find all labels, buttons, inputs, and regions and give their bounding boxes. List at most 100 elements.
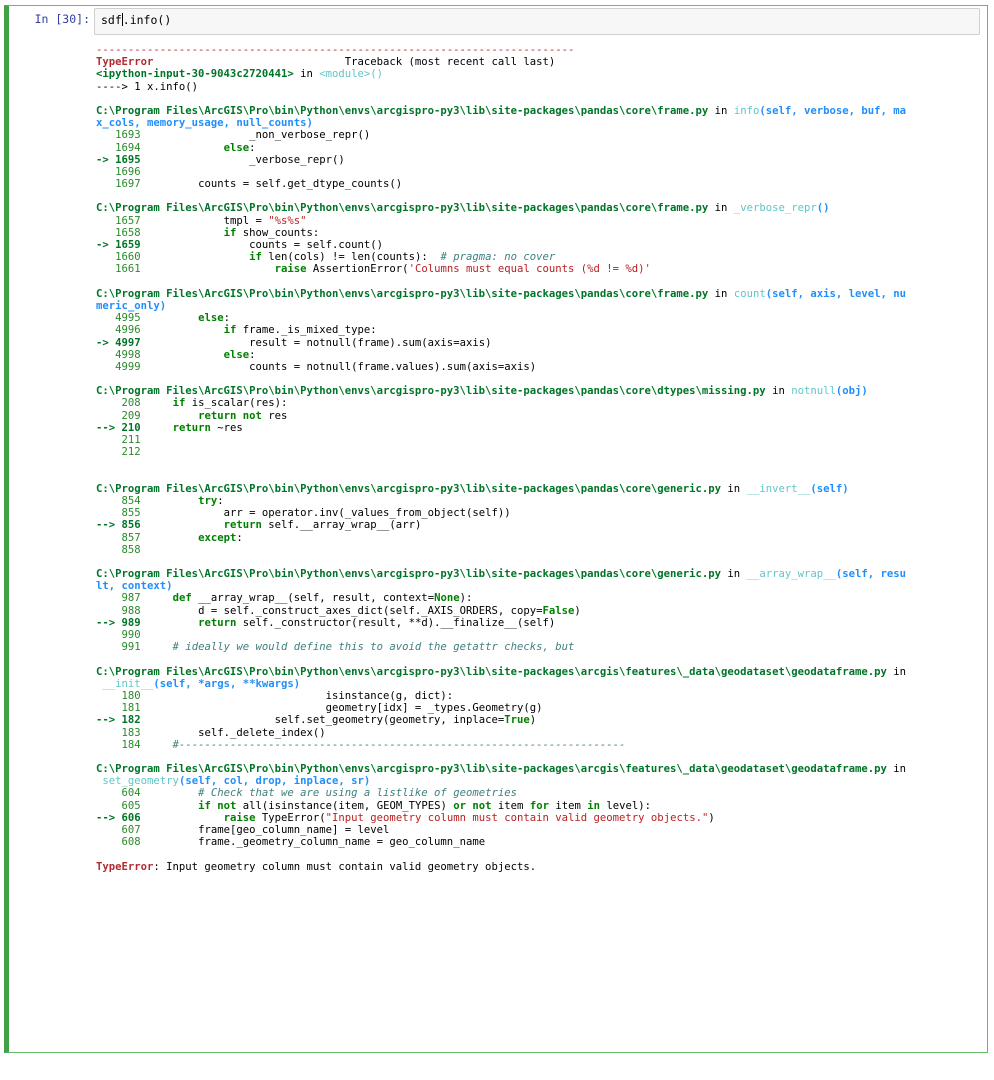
code-text: arr = operator.inv(_values_from_object(s… bbox=[147, 507, 511, 520]
line-number: -> 4997 bbox=[96, 336, 141, 349]
code-line: 4999 counts = notnull(frame.values).sum(… bbox=[96, 361, 976, 373]
frame-signature: (self, verbose, buf, ma bbox=[759, 104, 907, 117]
code-input[interactable]: sdf.info() bbox=[94, 8, 980, 35]
code-line: 1696 bbox=[96, 166, 976, 178]
frame-function: count bbox=[733, 287, 766, 300]
frame-signature: (self, resu bbox=[835, 568, 907, 581]
line-number: 4996 bbox=[96, 324, 141, 337]
code-text: if len(cols) != len(counts): # pragma: n… bbox=[249, 251, 556, 264]
line-number: 209 bbox=[96, 409, 141, 422]
line-number: 208 bbox=[96, 397, 141, 410]
code-text: result = notnull(frame).sum(axis=axis) bbox=[147, 336, 492, 349]
line-number: 181 bbox=[96, 702, 141, 715]
line-number: 608 bbox=[96, 836, 141, 849]
code-text: except: bbox=[198, 531, 243, 544]
frame-function: set_geometry bbox=[102, 775, 179, 788]
frame-signature: () bbox=[816, 202, 830, 215]
code-text: else: bbox=[223, 141, 256, 154]
code-text: if is_scalar(res): bbox=[172, 397, 288, 410]
in-word: in bbox=[721, 568, 747, 581]
frame-path-line: C:\Program Files\ArcGIS\Pro\bin\Python\e… bbox=[96, 202, 976, 214]
code-text: raise AssertionError('Columns must equal… bbox=[274, 263, 651, 276]
frame-function: __invert__ bbox=[746, 482, 811, 495]
final-error-type: TypeError bbox=[96, 860, 154, 873]
frame-file-path: C:\Program Files\ArcGIS\Pro\bin\Python\e… bbox=[96, 665, 887, 678]
line-number: 1697 bbox=[96, 178, 141, 191]
line-number: 855 bbox=[96, 507, 141, 520]
code-line: 1661 raise AssertionError('Columns must … bbox=[96, 263, 976, 275]
frame-file-path: C:\Program Files\ArcGIS\Pro\bin\Python\e… bbox=[96, 763, 887, 776]
frame-gap bbox=[96, 276, 976, 288]
current-code-line: --> 210 return ~res bbox=[96, 422, 976, 434]
line-number: 991 bbox=[96, 641, 141, 654]
line-number: 858 bbox=[96, 543, 141, 556]
code-line: 855 arr = operator.inv(_values_from_obje… bbox=[96, 507, 976, 519]
frame-signature-cont: (self, col, drop, inplace, sr) bbox=[178, 775, 371, 788]
frame-path-line: C:\Program Files\ArcGIS\Pro\bin\Python\e… bbox=[96, 385, 976, 397]
code-text: self.set_geometry(geometry, inplace=True… bbox=[147, 714, 537, 727]
ipython-input-ref: <ipython-input-30-9043c2720441> bbox=[96, 68, 294, 81]
code-line: 180 isinstance(g, dict): bbox=[96, 690, 976, 702]
frame-gap bbox=[96, 93, 976, 105]
code-text: self._delete_index() bbox=[147, 726, 326, 739]
line-number: 1661 bbox=[96, 263, 141, 276]
input-text-after: .info() bbox=[122, 13, 172, 27]
line-number: 4999 bbox=[96, 360, 141, 373]
code-text: frame._geometry_column_name = geo_column… bbox=[147, 836, 486, 849]
frame-gap bbox=[96, 458, 976, 470]
line-number: 180 bbox=[96, 689, 141, 702]
in-word: in bbox=[708, 287, 734, 300]
line-number: 857 bbox=[96, 531, 141, 544]
frame-signature-wrap: meric_only) bbox=[96, 300, 976, 312]
frame-gap bbox=[96, 653, 976, 665]
code-text: return self.__array_wrap__(arr) bbox=[223, 519, 422, 532]
frame-file-path: C:\Program Files\ArcGIS\Pro\bin\Python\e… bbox=[96, 287, 709, 300]
line-number: 607 bbox=[96, 824, 141, 836]
frame-file-path: C:\Program Files\ArcGIS\Pro\bin\Python\e… bbox=[96, 202, 709, 215]
code-text: counts = self.count() bbox=[147, 239, 384, 251]
error-type: TypeError bbox=[96, 56, 154, 69]
frame-signature-wrap: set_geometry(self, col, drop, inplace, s… bbox=[96, 775, 976, 787]
code-line: 1658 if show_counts: bbox=[96, 227, 976, 239]
module-ref: <module>() bbox=[319, 68, 384, 81]
line-number: 212 bbox=[96, 446, 141, 459]
frame-gap bbox=[96, 190, 976, 202]
code-line: 991 # ideally we would define this to av… bbox=[96, 641, 976, 653]
frame-gap bbox=[96, 373, 976, 385]
code-text: return self._constructor(result, **d).__… bbox=[198, 616, 556, 629]
first-arrow-line: ----> 1 x.info() bbox=[96, 80, 199, 93]
input-text-before: sdf bbox=[101, 13, 122, 27]
code-line: 1657 tmpl = "%s%s" bbox=[96, 215, 976, 227]
in-word: in bbox=[721, 482, 747, 495]
code-text: # ideally we would define this to avoid … bbox=[147, 641, 575, 654]
code-line: 605 if not all(isinstance(item, GEOM_TYP… bbox=[96, 800, 976, 812]
code-line: 4996 if frame._is_mixed_type: bbox=[96, 324, 976, 336]
code-line: 604 # Check that we are using a listlike… bbox=[96, 787, 976, 799]
line-number: --> 182 bbox=[96, 714, 141, 727]
line-number: --> 989 bbox=[96, 616, 141, 629]
frame-function: _verbose_repr bbox=[733, 202, 817, 215]
code-text: else: bbox=[198, 312, 230, 325]
frame-signature-wrap: x_cols, memory_usage, null_counts) bbox=[96, 117, 976, 129]
frame-path-line: C:\Program Files\ArcGIS\Pro\bin\Python\e… bbox=[96, 763, 976, 775]
in-word: in bbox=[708, 104, 734, 117]
line-number: -> 1695 bbox=[96, 153, 141, 166]
line-number: 1658 bbox=[96, 226, 141, 239]
code-line: 1693 _non_verbose_repr() bbox=[96, 129, 976, 141]
traceback-frames: C:\Program Files\ArcGIS\Pro\bin\Python\e… bbox=[96, 93, 976, 861]
code-line: 990 bbox=[96, 629, 976, 641]
line-number: --> 856 bbox=[96, 519, 141, 532]
code-text: raise TypeError("Input geometry column m… bbox=[223, 811, 715, 824]
code-line: 183 self._delete_index() bbox=[96, 727, 976, 739]
code-line: 1660 if len(cols) != len(counts): # prag… bbox=[96, 251, 976, 263]
line-number: 211 bbox=[96, 434, 141, 446]
line-number: 1657 bbox=[96, 214, 141, 227]
line-number: 1693 bbox=[96, 129, 141, 142]
frame-signature: (obj) bbox=[835, 385, 868, 398]
frame-gap bbox=[96, 471, 976, 483]
code-text: else: bbox=[223, 348, 256, 361]
frame-function: __init__ bbox=[102, 677, 154, 690]
frame-signature-wrap: lt, context) bbox=[96, 580, 976, 592]
in-word: in bbox=[708, 202, 734, 215]
final-error-line: TypeError: Input geometry column must co… bbox=[96, 861, 976, 873]
